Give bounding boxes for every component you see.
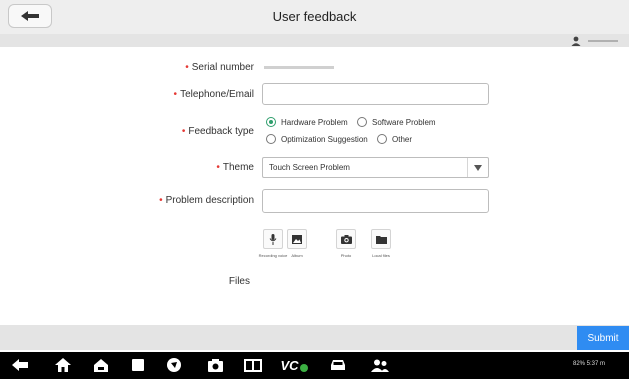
folder-icon <box>375 235 387 244</box>
album-label: Album <box>291 253 303 258</box>
user-group-icon[interactable] <box>370 355 390 375</box>
radio-software-problem[interactable]: Software Problem <box>357 117 436 127</box>
browser-icon[interactable] <box>164 355 184 375</box>
status-text: 82% 5:37 m <box>573 361 606 367</box>
serial-number-label: • Serial number <box>185 62 254 73</box>
user-bar <box>0 34 629 47</box>
house-icon[interactable] <box>91 355 111 375</box>
feedback-type-label: • Feedback type <box>181 126 254 137</box>
user-name <box>588 40 618 42</box>
serial-number-value <box>264 66 334 69</box>
theme-label: • Theme <box>216 162 254 173</box>
page-title: User feedback <box>272 9 357 24</box>
photo-button[interactable]: Photo <box>331 229 361 258</box>
radio-optimization-suggestion[interactable]: Optimization Suggestion <box>266 134 368 144</box>
theme-selected-value: Touch Screen Problem <box>269 163 350 172</box>
vci-icon[interactable]: VC <box>278 355 310 375</box>
telephone-email-input[interactable] <box>262 83 489 105</box>
radio-hardware-problem[interactable]: Hardware Problem <box>266 117 348 127</box>
camera-icon <box>340 234 352 244</box>
back-icon[interactable] <box>10 355 30 375</box>
problem-description-label: • Problem description <box>159 195 254 206</box>
radio-other[interactable]: Other <box>377 134 412 144</box>
submit-button[interactable]: Submit <box>577 326 629 350</box>
person-icon <box>571 36 581 46</box>
telephone-email-label: • Telephone/Email <box>173 89 254 100</box>
car-icon[interactable] <box>328 355 348 375</box>
radio-button[interactable] <box>377 134 387 144</box>
image-icon <box>292 234 302 244</box>
screen-mirror-icon[interactable] <box>243 355 263 375</box>
home-icon[interactable] <box>53 355 73 375</box>
dropdown-arrow-icon[interactable] <box>467 158 488 177</box>
theme-select[interactable]: Touch Screen Problem <box>262 157 489 178</box>
camera-icon[interactable] <box>205 355 225 375</box>
photo-label: Photo <box>340 253 352 258</box>
local-files-label: Local files <box>372 253 390 258</box>
problem-description-input[interactable] <box>262 189 489 213</box>
album-button[interactable]: Album <box>282 229 312 258</box>
local-files-button[interactable]: Local files <box>366 229 396 258</box>
files-label: Files <box>228 276 250 287</box>
radio-button-checked[interactable] <box>266 117 276 127</box>
recent-apps-icon[interactable] <box>128 355 148 375</box>
footer-bar <box>0 325 629 350</box>
microphone-icon <box>269 233 277 245</box>
status-indicators: 82% 5:37 m <box>573 361 605 367</box>
radio-button[interactable] <box>266 134 276 144</box>
radio-button[interactable] <box>357 117 367 127</box>
